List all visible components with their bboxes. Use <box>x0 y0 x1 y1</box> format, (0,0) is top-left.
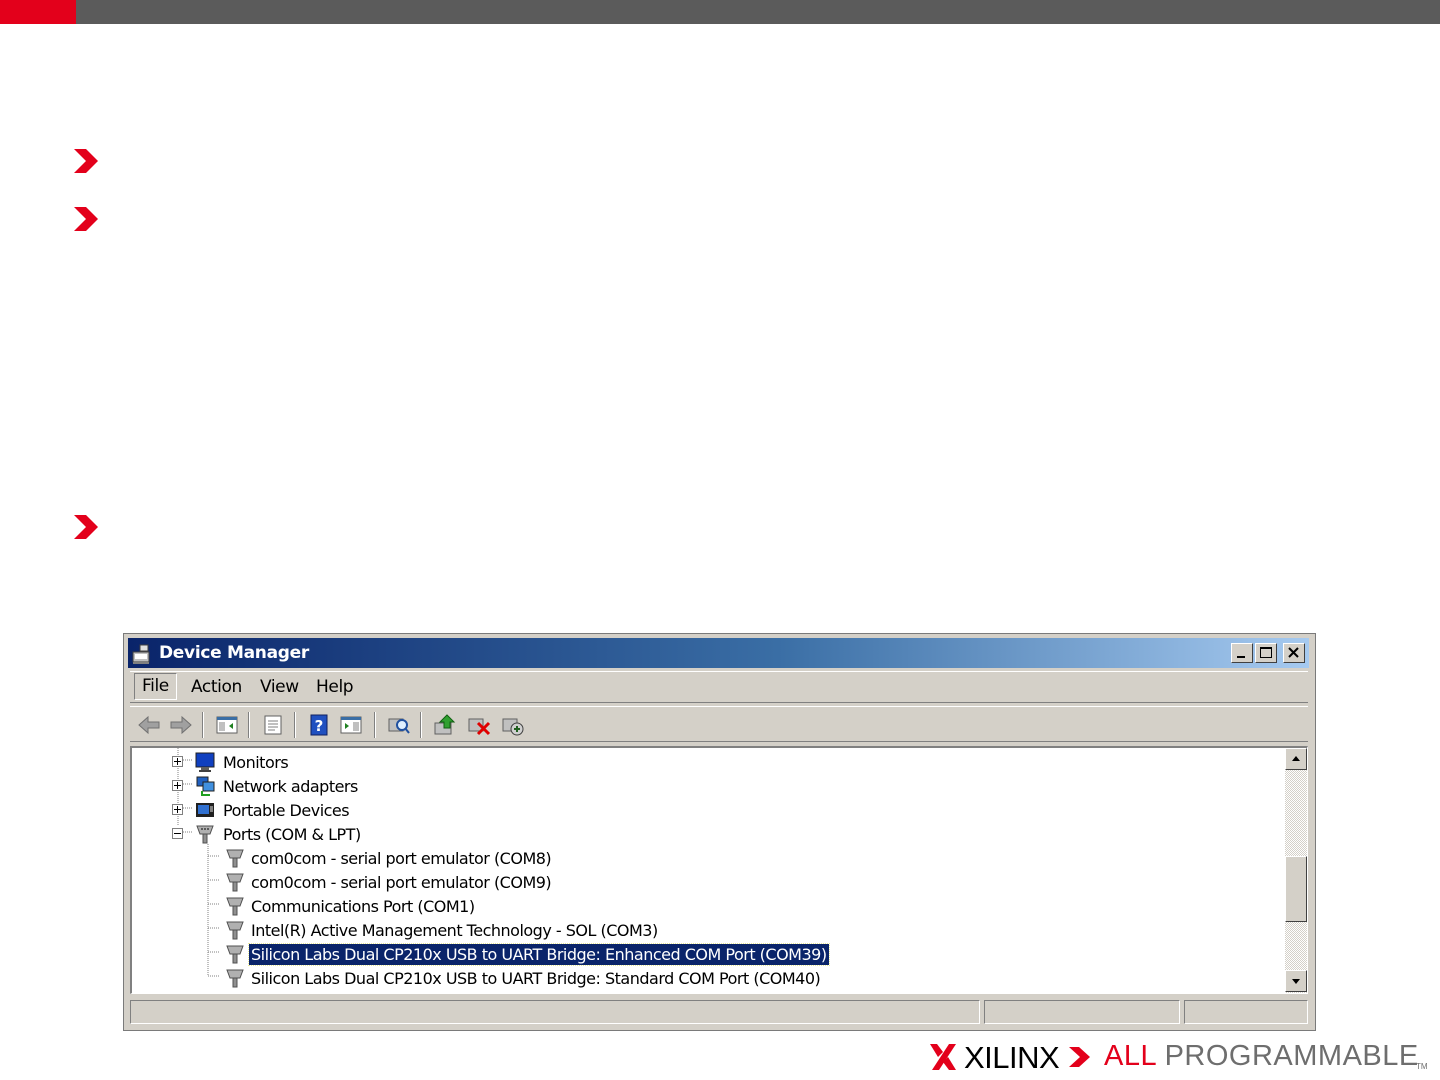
tree-node-label: Ports (COM & LPT) <box>223 825 361 844</box>
port-item-com3[interactable]: Intel(R) Active Management Technology - … <box>224 919 1124 941</box>
maximize-button[interactable] <box>1255 643 1277 663</box>
show-hide-console-tree-icon[interactable] <box>214 713 240 737</box>
tree-node-monitors[interactable]: Monitors <box>172 751 472 773</box>
tagline: ALL PROGRAMMABLE <box>1104 1040 1419 1073</box>
trademark: TM <box>1416 1062 1428 1071</box>
port-icon <box>226 945 244 964</box>
port-icon <box>226 849 244 868</box>
menu-help[interactable]: Help <box>312 677 357 697</box>
show-action-pane-icon[interactable] <box>338 713 364 737</box>
scroll-thumb[interactable] <box>1285 856 1307 922</box>
collapse-icon[interactable] <box>172 828 183 839</box>
back-icon[interactable] <box>136 713 162 737</box>
close-icon <box>1288 647 1299 658</box>
title-bar[interactable]: Device Manager <box>128 638 1309 668</box>
toolbar-separator <box>248 712 250 738</box>
device-tree: Monitors Network adapters Portable Devic… <box>130 746 1308 994</box>
tree-node-label: Portable Devices <box>223 801 350 820</box>
status-panel <box>1184 1000 1308 1024</box>
brand-name: XILINX <box>964 1040 1060 1075</box>
port-item-label: Intel(R) Active Management Technology - … <box>251 921 658 940</box>
arrow-down-icon <box>1292 979 1300 984</box>
port-item-com9[interactable]: com0com - serial port emulator (COM9) <box>224 871 1124 893</box>
bullet-chevron-icon <box>74 207 98 231</box>
port-item-com39[interactable]: Silicon Labs Dual CP210x USB to UART Bri… <box>224 943 1124 966</box>
status-panel <box>130 1000 980 1024</box>
status-bar <box>130 998 1308 1026</box>
port-item-label: com0com - serial port emulator (COM9) <box>251 873 552 892</box>
menu-action[interactable]: Action <box>187 677 246 697</box>
port-item-label: Silicon Labs Dual CP210x USB to UART Bri… <box>251 969 821 988</box>
expand-icon[interactable] <box>172 780 183 791</box>
slide-top-bar <box>0 0 1440 24</box>
expand-icon[interactable] <box>172 756 183 767</box>
port-icon <box>226 969 244 988</box>
portable-device-icon <box>196 803 214 817</box>
expand-icon[interactable] <box>172 804 183 815</box>
forward-icon[interactable] <box>168 713 194 737</box>
monitor-icon <box>195 752 215 772</box>
tree-node-ports[interactable]: Ports (COM & LPT) <box>172 823 472 845</box>
xilinx-x-mark-icon <box>930 1044 956 1070</box>
port-icon <box>196 825 214 844</box>
device-manager-app-icon <box>132 644 150 664</box>
port-icon <box>226 897 244 916</box>
tree-node-label: Network adapters <box>223 777 358 796</box>
logo-chevron-icon <box>1069 1047 1090 1067</box>
tagline-rest: PROGRAMMABLE <box>1164 1040 1419 1072</box>
arrow-up-icon <box>1292 756 1300 761</box>
tree-node-label: Monitors <box>223 753 289 772</box>
uninstall-icon[interactable] <box>466 713 492 737</box>
menu-file[interactable]: File <box>134 673 177 700</box>
update-driver-icon[interactable] <box>432 713 458 737</box>
scan-hardware-icon[interactable] <box>386 713 412 737</box>
port-item-com8[interactable]: com0com - serial port emulator (COM8) <box>224 847 1124 869</box>
toolbar-separator <box>294 712 296 738</box>
port-icon <box>226 921 244 940</box>
port-icon <box>226 873 244 892</box>
network-adapter-icon <box>196 776 215 796</box>
window-title: Device Manager <box>159 643 309 663</box>
bullet-chevron-icon <box>74 515 98 539</box>
port-item-label: Silicon Labs Dual CP210x USB to UART Bri… <box>248 943 830 966</box>
toolbar: ? <box>130 706 1308 742</box>
slide-top-bar-accent <box>0 0 76 24</box>
tagline-highlight: ALL <box>1104 1040 1157 1072</box>
scroll-down-button[interactable] <box>1285 970 1307 992</box>
minimize-icon <box>1237 656 1245 658</box>
minimize-button[interactable] <box>1231 643 1253 663</box>
port-item-com1[interactable]: Communications Port (COM1) <box>224 895 1124 917</box>
toolbar-separator <box>420 712 422 738</box>
vertical-scrollbar[interactable] <box>1285 748 1307 993</box>
toolbar-separator <box>374 712 376 738</box>
status-panel <box>984 1000 1180 1024</box>
menu-view[interactable]: View <box>256 677 303 697</box>
menu-bar: File Action View Help <box>130 671 1308 703</box>
scroll-up-button[interactable] <box>1285 748 1307 770</box>
svg-text:?: ? <box>315 717 324 735</box>
close-button[interactable] <box>1283 643 1305 663</box>
maximize-icon <box>1260 647 1272 658</box>
help-icon[interactable]: ? <box>306 713 332 737</box>
toolbar-separator <box>202 712 204 738</box>
port-item-com40[interactable]: Silicon Labs Dual CP210x USB to UART Bri… <box>224 967 1124 989</box>
tree-node-network-adapters[interactable]: Network adapters <box>172 775 472 797</box>
bullet-chevron-icon <box>74 149 98 173</box>
tree-node-portable-devices[interactable]: Portable Devices <box>172 799 472 821</box>
device-manager-window: Device Manager File Action View Help ? M… <box>123 633 1316 1031</box>
port-item-label: com0com - serial port emulator (COM8) <box>251 849 552 868</box>
port-item-label: Communications Port (COM1) <box>251 897 475 916</box>
disable-device-icon[interactable] <box>500 713 526 737</box>
properties-icon[interactable] <box>260 713 286 737</box>
